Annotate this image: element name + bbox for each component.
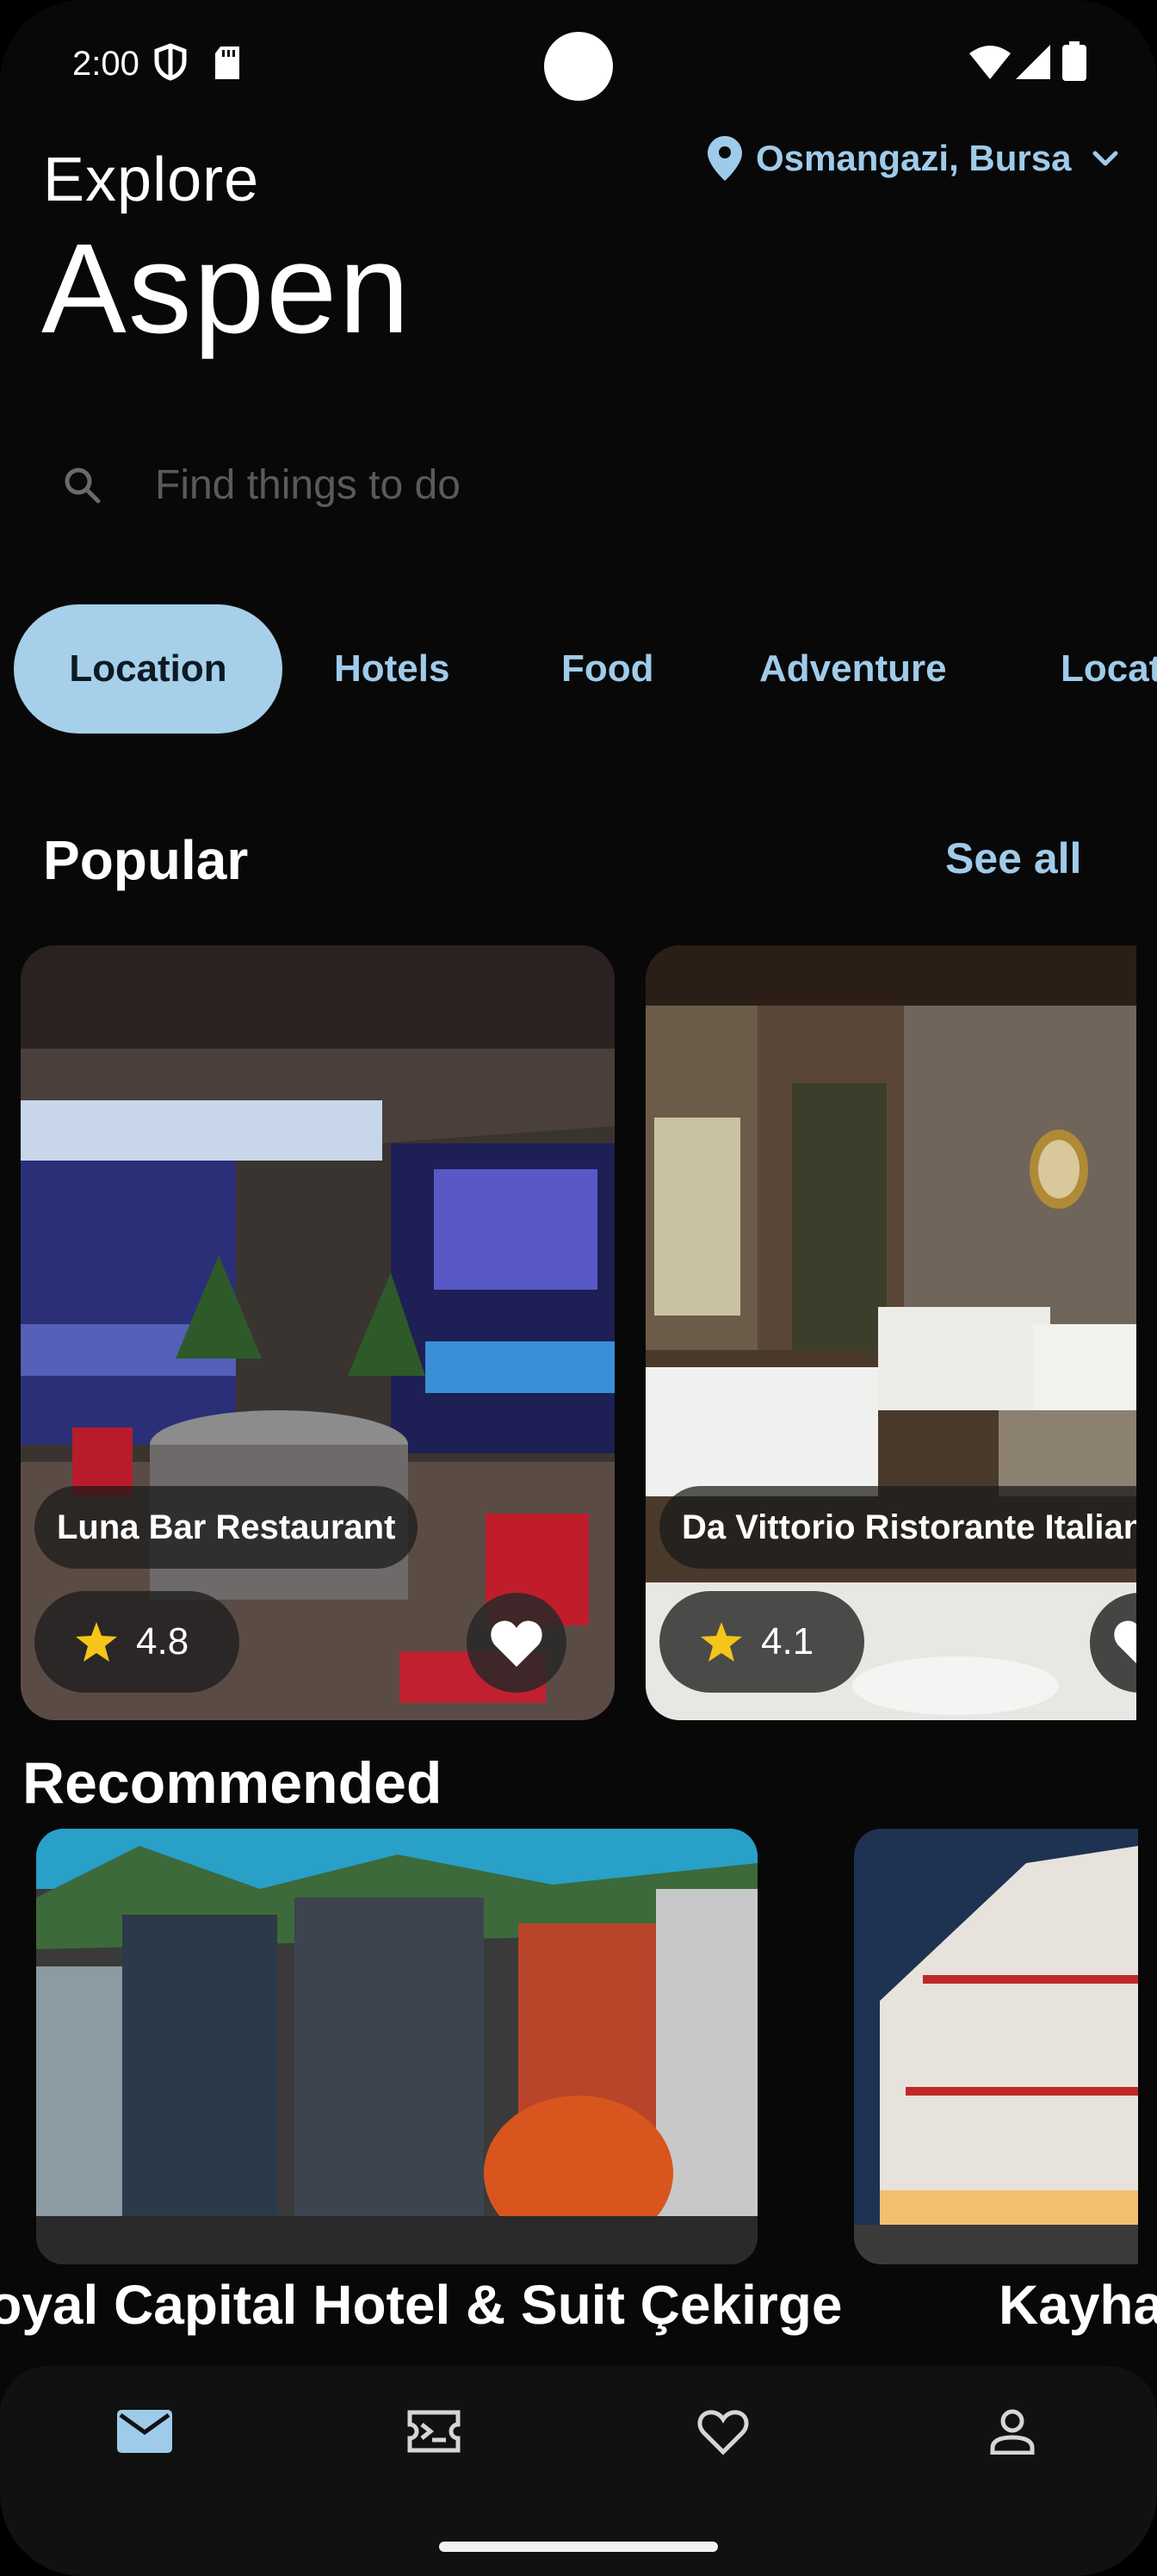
place-name: Luna Bar Restaurant bbox=[34, 1486, 418, 1569]
heart-icon bbox=[491, 1620, 542, 1667]
hotel-name: Kayhan Otel bbox=[999, 2273, 1157, 2337]
tab-location[interactable]: Location bbox=[14, 604, 282, 734]
tab-adventure[interactable]: Adventure bbox=[759, 604, 947, 734]
location-pin-icon bbox=[708, 136, 742, 181]
recommended-card[interactable] bbox=[854, 1829, 1138, 2264]
signal-icon bbox=[1016, 45, 1050, 79]
rating-value: 4.8 bbox=[136, 1620, 189, 1663]
recommended-title: Recommended bbox=[22, 1750, 442, 1816]
status-bar: 2:00 bbox=[0, 0, 1157, 129]
popular-card[interactable]: Luna Bar Restaurant 4.8 bbox=[21, 945, 615, 1720]
rating-badge: 4.1 bbox=[659, 1591, 864, 1693]
heart-icon bbox=[1114, 1620, 1136, 1663]
location-label: Osmangazi, Bursa bbox=[756, 138, 1072, 178]
nav-mail[interactable] bbox=[93, 2397, 196, 2466]
ticket-icon bbox=[407, 2410, 461, 2453]
see-all-link[interactable]: See all bbox=[945, 833, 1081, 883]
rating-badge: 4.8 bbox=[34, 1591, 239, 1693]
search-input[interactable] bbox=[153, 460, 931, 510]
favorite-button[interactable] bbox=[467, 1593, 566, 1693]
explore-label: Explore bbox=[43, 146, 260, 214]
chevron-down-icon bbox=[1092, 151, 1118, 166]
hotel-photo bbox=[854, 1829, 1138, 2264]
app-screen: 2:00 Explore Aspen Osmangazi, Bursa Find… bbox=[0, 0, 1157, 2576]
tab-food[interactable]: Food bbox=[561, 604, 654, 734]
sd-card-icon bbox=[215, 46, 239, 79]
tab-hotels[interactable]: Hotels bbox=[334, 604, 449, 734]
shield-icon bbox=[154, 43, 187, 81]
category-tabs: Location Hotels Food Adventure Location bbox=[14, 604, 1157, 734]
star-icon bbox=[701, 1622, 742, 1662]
mail-icon bbox=[117, 2410, 172, 2453]
search-bar[interactable] bbox=[41, 437, 1117, 532]
home-indicator[interactable] bbox=[439, 2542, 718, 2552]
place-name: Da Vittorio Ristorante Italiano bbox=[659, 1486, 1136, 1569]
status-time: 2:00 bbox=[72, 45, 139, 83]
rating-value: 4.1 bbox=[761, 1620, 814, 1663]
wifi-icon bbox=[969, 46, 1011, 79]
nav-favorites[interactable] bbox=[671, 2397, 775, 2466]
star-icon bbox=[76, 1622, 117, 1662]
tab-location-2[interactable]: Location bbox=[1061, 604, 1157, 734]
profile-icon bbox=[990, 2409, 1035, 2455]
popular-title: Popular bbox=[43, 829, 249, 891]
hotel-name: Royal Capital Hotel & Suit Çekirge bbox=[0, 2273, 861, 2337]
nav-ticket[interactable] bbox=[382, 2397, 486, 2466]
popular-card[interactable]: Da Vittorio Ristorante Italiano 4.1 bbox=[646, 945, 1136, 1720]
search-icon bbox=[65, 468, 101, 504]
location-selector[interactable]: Osmangazi, Bursa bbox=[708, 131, 1121, 186]
hotel-photo bbox=[36, 1829, 758, 2264]
city-title: Aspen bbox=[41, 218, 411, 360]
battery-icon bbox=[1062, 41, 1086, 81]
recommended-card[interactable] bbox=[36, 1829, 758, 2264]
camera-cutout bbox=[544, 32, 613, 101]
heart-icon bbox=[697, 2410, 749, 2455]
hotel-name-text: Royal Capital Hotel & Suit Çekirge bbox=[0, 2274, 843, 2336]
nav-profile[interactable] bbox=[961, 2397, 1064, 2466]
hotel-name-text: Kayhan Otel bbox=[999, 2274, 1157, 2336]
